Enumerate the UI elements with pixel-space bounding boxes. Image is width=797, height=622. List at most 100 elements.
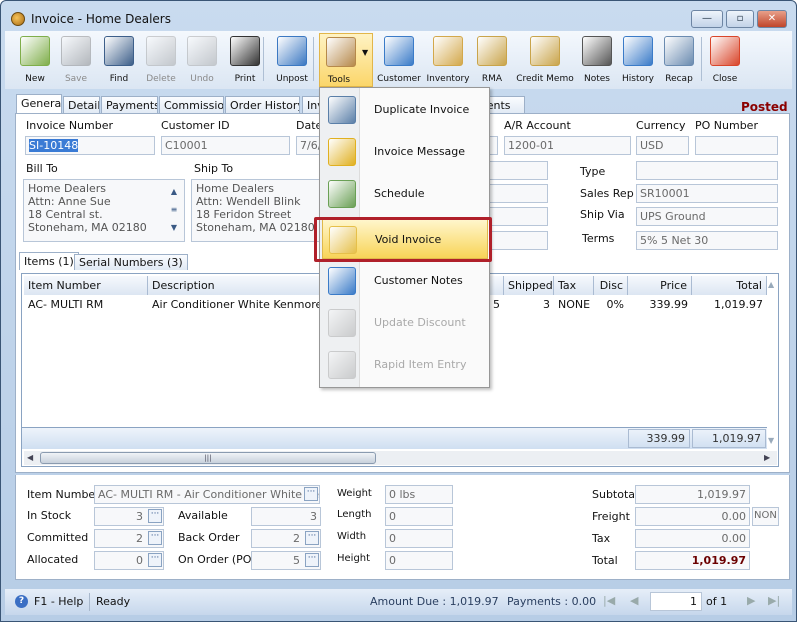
ship-to-field[interactable]: Home Dealers Attn: Wendell Blink 18 Feri… xyxy=(191,179,331,242)
allocated-lookup-button[interactable]: ··· xyxy=(148,553,162,567)
sales-rep-field[interactable]: SR10001 xyxy=(636,184,778,203)
status-text: Ready xyxy=(96,595,131,608)
menu-item-invoice-message[interactable]: Invoice Message xyxy=(322,132,488,172)
tab-order-history[interactable]: Order History xyxy=(225,96,300,114)
column-header-price[interactable]: Price xyxy=(628,276,692,295)
unpost-button[interactable]: Unpost xyxy=(267,33,317,87)
terms-field[interactable]: 5% 5 Net 30 xyxy=(636,231,778,250)
committed-label: Committed xyxy=(27,531,89,544)
allocated-label: Allocated xyxy=(27,553,79,566)
menu-item-duplicate-invoice[interactable]: Duplicate Invoice xyxy=(322,90,488,130)
menu-item-rapid-item-entry[interactable]: Rapid Item Entry xyxy=(322,345,488,385)
save-button[interactable]: Save xyxy=(55,33,97,87)
minimize-button[interactable]: — xyxy=(691,10,723,28)
menu-item-label: Schedule xyxy=(374,187,425,200)
freight-code-field[interactable]: NON xyxy=(752,507,779,526)
customer-button[interactable]: Customer xyxy=(375,33,423,87)
tab-general[interactable]: General xyxy=(16,94,62,114)
new-button[interactable]: New xyxy=(13,33,57,87)
page-input[interactable]: 1 xyxy=(650,592,702,611)
credit-memo-button[interactable]: Credit Memo xyxy=(513,33,577,87)
menu-item-label: Invoice Message xyxy=(374,145,466,158)
invoice-window: Invoice - Home Dealers — ▫ ✕ New Save Find… xyxy=(0,0,797,622)
maximize-button[interactable]: ▫ xyxy=(726,10,754,28)
bill-to-scrollbar[interactable]: ▲ ≡ ▼ xyxy=(167,183,181,238)
column-header-disc[interactable]: Disc xyxy=(594,276,628,295)
po-number-field[interactable] xyxy=(695,136,778,155)
grid-horizontal-scrollbar[interactable]: ◀ ||| ▶ xyxy=(24,451,777,465)
scroll-left-icon[interactable]: ◀ xyxy=(27,453,33,462)
customer-id-field[interactable]: C10001 xyxy=(161,136,290,155)
menu-item-schedule[interactable]: Schedule xyxy=(322,174,488,214)
toolbar-label: Undo xyxy=(190,74,214,84)
tab-commission[interactable]: Commission xyxy=(159,96,224,114)
tools-button[interactable]: Tools ▼ xyxy=(319,33,373,87)
in-stock-lookup-button[interactable]: ··· xyxy=(148,509,162,523)
grid-vertical-scrollbar[interactable]: ▲ ▼ xyxy=(768,276,779,449)
column-header-total[interactable]: Total xyxy=(692,276,767,295)
invoice-message-icon xyxy=(328,138,356,166)
delete-button[interactable]: Delete xyxy=(139,33,183,87)
committed-lookup-button[interactable]: ··· xyxy=(148,531,162,545)
menu-item-customer-notes[interactable]: Customer Notes xyxy=(322,261,488,301)
on-order-lookup-button[interactable]: ··· xyxy=(305,553,319,567)
update-discount-icon xyxy=(328,309,356,337)
next-page-icon[interactable]: ▶ xyxy=(747,594,755,607)
bill-to-field[interactable]: Home Dealers Attn: Anne Sue 18 Central s… xyxy=(23,179,185,242)
sales-rep-label: Sales Rep xyxy=(580,187,634,200)
toolbar-label: Close xyxy=(712,74,738,84)
back-order-lookup-button[interactable]: ··· xyxy=(305,531,319,545)
length-field[interactable]: 0 xyxy=(385,507,453,526)
tab-detail[interactable]: Detail xyxy=(63,96,100,114)
column-header-shipped[interactable]: Shipped xyxy=(504,276,554,295)
tab-items[interactable]: Items (1) xyxy=(19,252,79,270)
tab-payments[interactable]: Payments xyxy=(101,96,158,114)
prev-page-icon[interactable]: ◀ xyxy=(630,594,638,607)
invoice-number-label: Invoice Number xyxy=(26,119,114,132)
ar-account-field[interactable]: 1200-01 xyxy=(504,136,631,155)
first-page-icon[interactable]: |◀ xyxy=(603,594,615,607)
recap-button[interactable]: Recap xyxy=(659,33,699,87)
column-header-tax[interactable]: Tax xyxy=(554,276,594,295)
last-page-icon[interactable]: ▶| xyxy=(768,594,780,607)
cell-tax: NONE xyxy=(558,298,591,311)
toolbar-label: Credit Memo xyxy=(516,74,574,84)
currency-field[interactable]: USD xyxy=(636,136,689,155)
tax-label: Tax xyxy=(592,532,611,545)
column-header-item-number[interactable]: Item Number xyxy=(24,276,148,295)
item-number-field[interactable]: AC- MULTI RM - Air Conditioner White Ken… xyxy=(94,485,320,504)
freight-field[interactable]: 0.00 xyxy=(635,507,750,526)
height-field[interactable]: 0 xyxy=(385,551,453,570)
history-button[interactable]: History xyxy=(617,33,659,87)
recap-icon xyxy=(664,36,694,66)
toolbar-label: History xyxy=(621,74,655,84)
ship-via-field[interactable]: UPS Ground xyxy=(636,207,778,226)
print-button[interactable]: Print xyxy=(223,33,267,87)
customer-notes-icon xyxy=(328,267,356,295)
notes-button[interactable]: Notes xyxy=(579,33,615,87)
width-field[interactable]: 0 xyxy=(385,529,453,548)
close-button[interactable]: Close xyxy=(703,33,747,87)
find-button[interactable]: Find xyxy=(97,33,141,87)
rma-button[interactable]: RMA xyxy=(473,33,511,87)
available-field[interactable]: 3 xyxy=(251,507,321,526)
type-field[interactable] xyxy=(636,161,778,180)
help-link[interactable]: F1 - Help xyxy=(34,595,83,608)
weight-field[interactable]: 0 lbs xyxy=(385,485,453,504)
unpost-icon xyxy=(277,36,307,66)
menu-item-update-discount[interactable]: Update Discount xyxy=(322,303,488,343)
toolbar-label: Inventory xyxy=(426,74,470,84)
inventory-button[interactable]: Inventory xyxy=(423,33,473,87)
tab-serial-numbers[interactable]: Serial Numbers (3) xyxy=(74,254,188,270)
duplicate-invoice-icon xyxy=(328,96,356,124)
rma-icon xyxy=(477,36,507,66)
tools-dropdown-arrow-icon[interactable]: ▼ xyxy=(362,48,368,57)
close-window-button[interactable]: ✕ xyxy=(757,10,787,28)
item-number-lookup-button[interactable]: ··· xyxy=(304,487,318,501)
scroll-right-icon[interactable]: ▶ xyxy=(764,453,770,462)
total-label: Total xyxy=(592,554,618,567)
help-icon[interactable]: ? xyxy=(15,595,28,608)
invoice-number-field[interactable]: SI-10148 xyxy=(25,136,155,155)
undo-button[interactable]: Undo xyxy=(181,33,223,87)
scroll-thumb[interactable]: ||| xyxy=(40,452,376,464)
